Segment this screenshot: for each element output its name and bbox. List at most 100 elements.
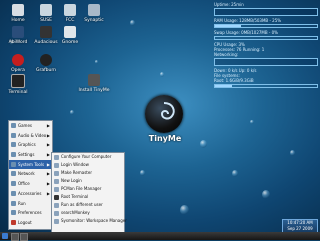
install-icon [88, 74, 100, 86]
monitor-line: RAM Usage: 128MB/503MB - 25% [214, 18, 282, 23]
submenu-arrow-icon: ▶ [46, 161, 50, 167]
desktop-icon-label: Install TinyMe [78, 88, 110, 93]
water-drop [232, 170, 238, 177]
submenu-item-configure-computer[interactable]: Configure Your Computer [52, 153, 124, 161]
audacious-icon [40, 26, 52, 38]
ram-bar [214, 24, 318, 28]
abiword-icon [12, 26, 24, 38]
desktop-icon-label: Synaptic [84, 18, 104, 23]
submenu-item-run-as-user[interactable]: Run as different user [52, 201, 124, 209]
desktop-icon-label: Opera [11, 68, 25, 73]
network-icon [11, 171, 16, 177]
submenu-arrow-icon: ▶ [46, 142, 50, 148]
submenu-item-root-terminal[interactable]: Root Terminal [52, 193, 124, 201]
searchmonkey-icon [54, 210, 59, 216]
monitor-line: Swap Usage: 0MB/1027MB - 0% [214, 30, 278, 35]
menu-item-preferences[interactable]: Preferences [9, 208, 52, 218]
menu-item-accessories[interactable]: Accessories ▶ [9, 189, 52, 199]
desktop-icon-opera[interactable]: Opera [4, 54, 32, 73]
menu-item-label: Logout [18, 219, 32, 225]
make-remaster-icon [54, 170, 59, 176]
menu-item-label: Games [18, 123, 32, 128]
cpu-graph [214, 8, 318, 16]
desktop-icon-label: AbiWord [8, 40, 28, 45]
menu-item-games[interactable]: Games ▶ [9, 121, 52, 131]
menu-item-label: Preferences [18, 210, 42, 216]
menu-item-audio-video[interactable]: Audio & Video ▶ [9, 131, 52, 141]
menu-item-label: Audio & Video [18, 132, 47, 138]
menu-item-network[interactable]: Network ▶ [9, 169, 52, 179]
desktop-icon-label: Grafburn [35, 68, 56, 73]
water-drop [140, 170, 145, 176]
home-folder-icon [12, 4, 24, 16]
fcc-icon [64, 4, 76, 16]
submenu-item-file-manager[interactable]: PCMan File Manager [52, 185, 124, 193]
root-bar [214, 84, 318, 88]
water-drop [130, 20, 135, 26]
submenu-item-label: Run as different user [61, 202, 103, 207]
desktop-icon-terminal[interactable]: Terminal [4, 74, 32, 95]
submenu-item-label: searchMonkey [61, 210, 90, 215]
menu-item-label: Accessories [18, 190, 42, 196]
menu-item-run[interactable]: Run [9, 199, 52, 209]
desktop-icon-install[interactable]: Install TinyMe [76, 74, 112, 93]
menu-item-label: System Tools [18, 161, 45, 167]
menu-item-label: Settings [18, 152, 35, 158]
water-drop [200, 140, 207, 148]
submenu-arrow-icon: ▶ [46, 132, 50, 138]
submenu-arrow-icon: ▶ [46, 123, 50, 128]
swap-bar [214, 36, 318, 40]
new-login-icon [54, 178, 59, 184]
submenu-item-label: Root Terminal [61, 194, 89, 199]
terminal-icon [11, 74, 25, 88]
monitor-line: Uptime: 25min [214, 2, 244, 7]
desktop-icon-abiword[interactable]: AbiWord [4, 26, 32, 45]
desktop-icon-label: Home [11, 18, 25, 23]
submenu-item-searchmonkey[interactable]: searchMonkey [52, 209, 124, 217]
desktop-icon-synaptic[interactable]: Synaptic [80, 4, 108, 23]
monitor-line: Root: 1.6GiB/9.3GiB [214, 78, 254, 83]
preferences-icon [11, 210, 16, 216]
synaptic-icon [88, 4, 100, 16]
root-terminal-icon [54, 194, 59, 200]
tinyme-logo [145, 95, 183, 133]
submenu-arrow-icon: ▶ [46, 190, 50, 196]
submenu-item-label: Make Remaster [61, 170, 92, 175]
menu-item-office[interactable]: Office ▶ [9, 179, 52, 189]
submenu-item-login-window[interactable]: Login Window [52, 161, 124, 169]
logout-icon [11, 219, 16, 225]
water-drop [250, 120, 254, 124]
desktop-icon-gnome[interactable]: Gnome [56, 26, 84, 45]
monitor-line: Networking: [214, 52, 239, 57]
file-manager-icon [54, 186, 59, 192]
start-button[interactable] [2, 233, 8, 239]
games-icon [11, 123, 16, 128]
clock-widget[interactable]: 10:47:20 AM Sep 27 2009 [282, 219, 318, 233]
menu-item-label: Network [18, 171, 35, 177]
menu-item-system-tools[interactable]: System Tools ▶ [9, 159, 52, 170]
clock-time: 10:47:20 AM [287, 220, 313, 225]
submenu-item-workspace-manager[interactable]: Sysmonitor: Workspace Manager [52, 217, 127, 225]
opera-icon [12, 54, 24, 66]
desktop-icon-home[interactable]: Home [4, 4, 32, 23]
accessories-icon [11, 190, 16, 196]
taskbar [0, 232, 320, 241]
water-drop [180, 205, 189, 215]
workspace-manager-icon [54, 218, 59, 224]
menu-item-logout[interactable]: Logout [9, 218, 52, 228]
submenu-item-label: New Login [61, 178, 82, 183]
menu-item-label: Graphics [18, 142, 36, 148]
menu-item-settings[interactable]: Settings ▶ [9, 150, 52, 160]
water-drop [290, 150, 295, 156]
submenu-item-make-remaster[interactable]: Make Remaster [52, 169, 124, 177]
network-graph [214, 58, 318, 66]
menu-item-graphics[interactable]: Graphics ▶ [9, 140, 52, 150]
run-icon [11, 200, 16, 206]
water-drop [160, 72, 164, 77]
desktop-icon-grafburn[interactable]: Grafburn [32, 54, 60, 73]
suse-icon [40, 4, 52, 16]
submenu-arrow-icon: ▶ [46, 181, 50, 187]
submenu-item-new-login[interactable]: New Login [52, 177, 124, 185]
menu-item-label: Run [18, 200, 26, 206]
swirl-icon [160, 102, 175, 120]
